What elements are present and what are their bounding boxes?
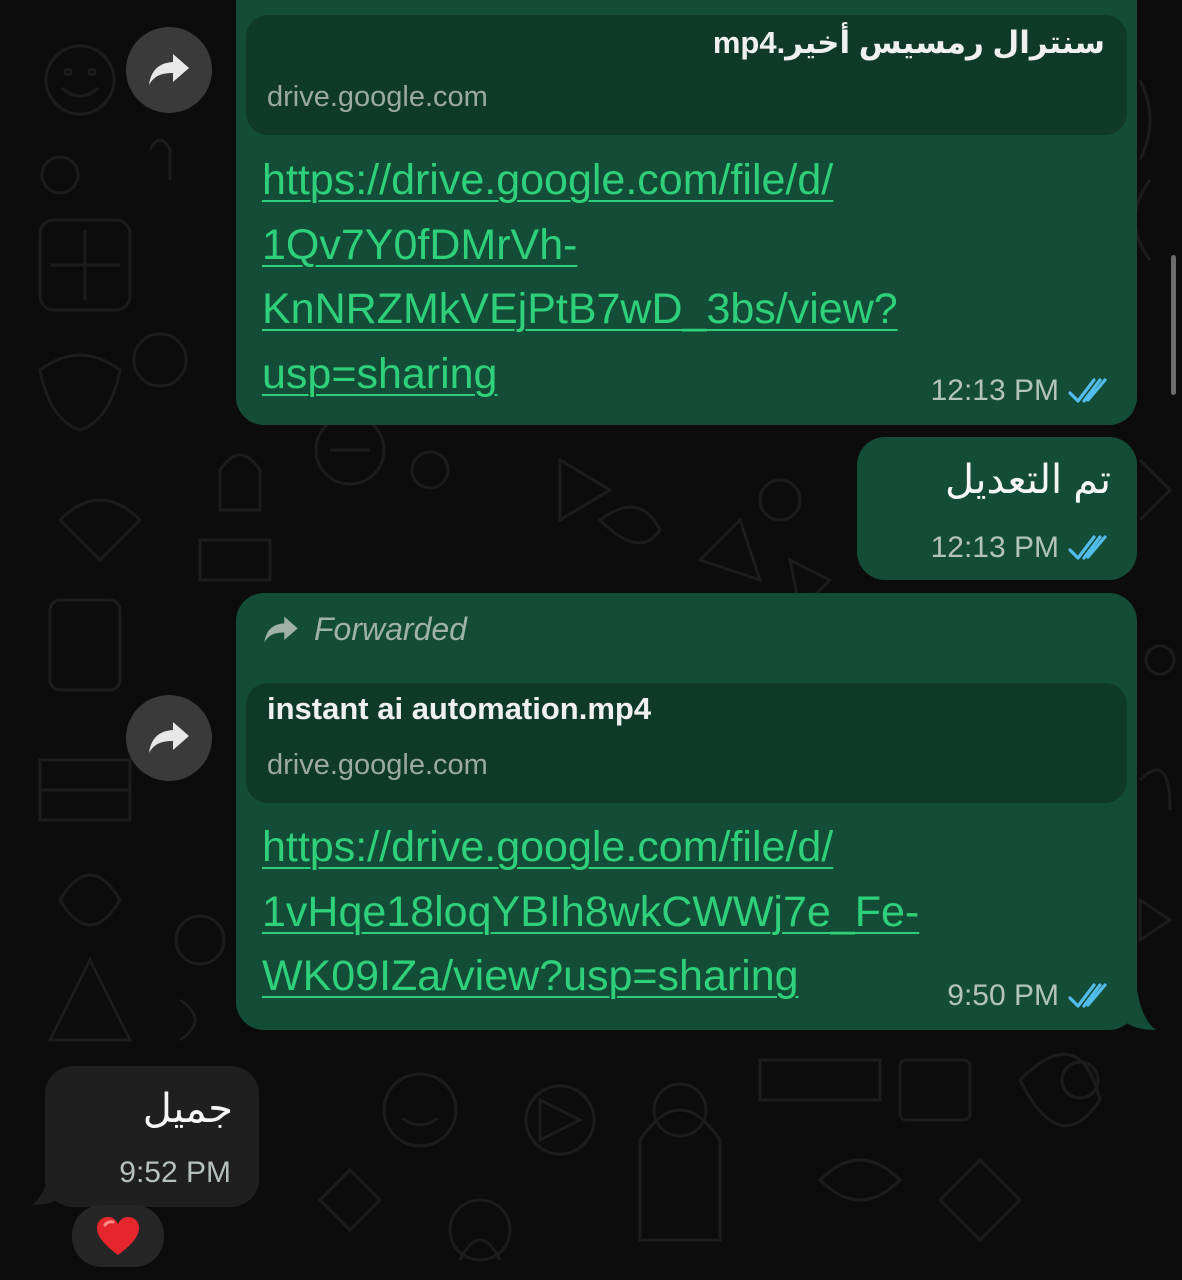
message-meta: 12:13 PM bbox=[931, 531, 1111, 565]
message-link[interactable]: https://drive.google.com/file/d/ 1Qv7Y0f… bbox=[262, 148, 982, 406]
preview-domain: drive.google.com bbox=[267, 81, 488, 113]
link-line[interactable]: 1Qv7Y0fDMrVh- bbox=[262, 213, 982, 278]
link-line[interactable]: KnNRZMkVEjPtB7wD_3bs/view? bbox=[262, 277, 982, 342]
share-forward-icon bbox=[149, 54, 189, 85]
link-preview[interactable]: سنترال رمسيس أخير.mp4 drive.google.com bbox=[246, 15, 1127, 135]
link-line[interactable]: usp=sharing bbox=[262, 342, 982, 407]
preview-title: instant ai automation.mp4 bbox=[267, 691, 652, 726]
forward-button[interactable] bbox=[126, 27, 212, 113]
message-meta: 12:13 PM bbox=[931, 374, 1111, 408]
double-check-icon bbox=[1068, 378, 1107, 403]
link-line[interactable]: WK09IZa/view?usp=sharing bbox=[262, 944, 982, 1009]
chat-window: سنترال رمسيس أخير.mp4 drive.google.com h… bbox=[0, 0, 1182, 1280]
double-check-icon bbox=[1068, 535, 1107, 560]
message-time: 12:13 PM bbox=[930, 374, 1059, 407]
link-line[interactable]: https://drive.google.com/file/d/ bbox=[262, 815, 982, 880]
message-bubble-outgoing[interactable]: تم التعديل 12:13 PM bbox=[857, 437, 1137, 580]
message-bubble-incoming[interactable]: جميل 9:52 PM bbox=[45, 1066, 259, 1207]
message-time: 9:50 PM bbox=[947, 979, 1059, 1012]
link-preview[interactable]: instant ai automation.mp4 drive.google.c… bbox=[246, 683, 1127, 803]
message-meta: 9:50 PM bbox=[947, 979, 1111, 1013]
forwarded-label: Forwarded bbox=[314, 611, 467, 647]
link-line[interactable]: 1vHqe18loqYBIh8wkCWWj7e_Fe- bbox=[262, 880, 982, 945]
forward-button[interactable] bbox=[126, 695, 212, 781]
message-time: 9:52 PM bbox=[119, 1156, 231, 1189]
link-line[interactable]: https://drive.google.com/file/d/ bbox=[262, 148, 982, 213]
preview-title: سنترال رمسيس أخير.mp4 bbox=[712, 25, 1105, 60]
double-check-icon bbox=[1068, 983, 1107, 1008]
share-forward-icon bbox=[149, 722, 189, 753]
message-meta: 9:52 PM bbox=[119, 1156, 231, 1190]
reaction-badge[interactable] bbox=[72, 1205, 164, 1267]
message-text: جميل bbox=[142, 1087, 233, 1131]
message-link[interactable]: https://drive.google.com/file/d/ 1vHqe18… bbox=[262, 815, 982, 1009]
message-bubble-outgoing[interactable]: Forwarded instant ai automation.mp4 driv… bbox=[236, 593, 1137, 1030]
message-bubble-outgoing[interactable]: سنترال رمسيس أخير.mp4 drive.google.com h… bbox=[236, 0, 1137, 425]
preview-domain: drive.google.com bbox=[267, 749, 488, 781]
message-time: 12:13 PM bbox=[930, 531, 1059, 564]
red-heart-icon bbox=[97, 1217, 139, 1255]
forwarded-indicator: Forwarded bbox=[262, 611, 467, 648]
forwarded-arrow-icon bbox=[264, 616, 298, 642]
scrollbar[interactable] bbox=[1171, 255, 1176, 395]
message-text: تم التعديل bbox=[945, 458, 1111, 502]
